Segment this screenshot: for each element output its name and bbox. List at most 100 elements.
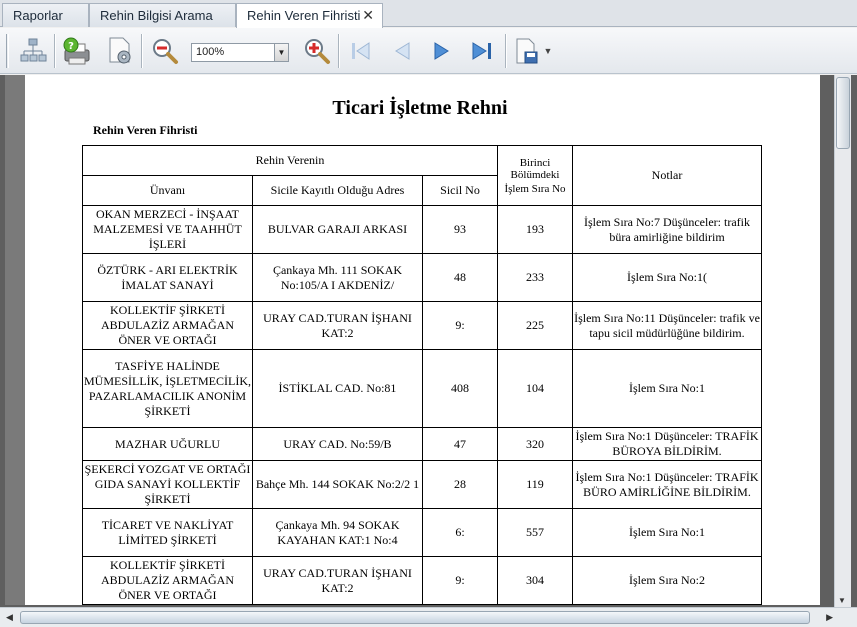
report-toolbar: ? 100% ▼ ▼ [0, 28, 857, 74]
cell-unvan: TASFİYE HALİNDE MÜMESİLLİK, İŞLETMECİLİK… [82, 349, 253, 428]
previous-page-icon [395, 42, 410, 60]
table-row: MAZHAR UĞURLU URAY CAD. No:59/B 47 320 İşlem… [82, 427, 762, 461]
first-page-icon [352, 42, 370, 60]
table-row: TASFİYE HALİNDE MÜMESİLLİK, İŞLETMECİLİK… [82, 349, 762, 428]
cell-adres: URAY CAD.TURAN İŞHANI KAT:2 [252, 556, 423, 605]
header-notlar: Notlar [572, 145, 762, 206]
print-button[interactable]: ? [60, 35, 92, 67]
cell-unvan: TİCARET VE NAKLİYAT LİMİTED ŞİRKETİ [82, 508, 253, 557]
cell-sicil-no: 9: [422, 556, 498, 605]
table-row: OKAN MERZECİ - İNŞAAT MALZEMESİ VE TAAHH… [82, 205, 762, 254]
cell-sicil-no: 408 [422, 349, 498, 428]
cell-notlar: İşlem Sıra No:1 Düşünceler: TRAFİK BÜROY… [572, 427, 762, 461]
zoom-value: 100% [196, 46, 225, 58]
toolbar-grip[interactable] [6, 34, 9, 68]
previous-page-button[interactable] [386, 35, 418, 67]
horizontal-scroll-thumb[interactable] [20, 611, 810, 624]
cell-adres: Bahçe Mh. 144 SOKAK No:2/2 1 [252, 460, 423, 509]
header-rehin-verenin: Rehin Verenin [82, 145, 498, 176]
svg-text:?: ? [68, 41, 74, 52]
zoom-out-icon [153, 39, 178, 64]
close-tab-icon[interactable]: ✕ [362, 7, 374, 24]
zoom-in-icon [305, 39, 330, 64]
toolbar-separator [338, 34, 340, 68]
zoom-out-button[interactable] [149, 35, 181, 67]
cell-adres: BULVAR GARAJI ARKASI [252, 205, 423, 254]
cell-islem-sira-no: 304 [497, 556, 573, 605]
cell-unvan: KOLLEKTİF ŞİRKETİ ABDULAZİZ ARMAĞAN ÖNER… [82, 301, 253, 350]
scroll-right-icon[interactable]: ▶ [826, 612, 833, 623]
tab-label: Raporlar [13, 8, 63, 23]
next-page-button[interactable] [426, 35, 458, 67]
cell-notlar: İşlem Sıra No:1 Düşünceler: TRAFİK BÜRO … [572, 460, 762, 509]
header-birinci-bolum: Birinci Bölümdeki İşlem Sıra No [497, 145, 573, 206]
cell-notlar: İşlem Sıra No:1 [572, 508, 762, 557]
cell-islem-sira-no: 104 [497, 349, 573, 428]
header-islem-sira-no: İşlem Sıra No [504, 182, 566, 195]
tab-rehin-veren-fihristi[interactable]: Rehin Veren Fihristi ✕ [236, 3, 383, 28]
header-sicil-no: Sicil No [422, 175, 498, 206]
header-birinci-bolumdeki: Birinci Bölümdeki [510, 156, 560, 181]
toolbar-separator [54, 34, 56, 68]
cell-adres: Çankaya Mh. 94 SOKAK KAYAHAN KAT:1 No:4 [252, 508, 423, 557]
horizontal-scrollbar[interactable]: ◀ ▶ [0, 607, 857, 627]
scroll-down-icon[interactable]: ▼ [838, 596, 846, 605]
cell-sicil-no: 47 [422, 427, 498, 461]
header-adres: Sicile Kayıtlı Olduğu Adres [252, 175, 423, 206]
last-page-icon [472, 42, 491, 60]
zoom-in-button[interactable] [301, 35, 333, 67]
cell-notlar: İşlem Sıra No:2 [572, 556, 762, 605]
viewer-margin [5, 75, 25, 605]
report-page: Ticari İşletme Rehni Rehin Veren Fihrist… [25, 75, 820, 605]
report-subtitle: Rehin Veren Fihristi [93, 123, 198, 137]
cell-adres: URAY CAD. No:59/B [252, 427, 423, 461]
page-setup-button[interactable] [104, 35, 136, 67]
cell-islem-sira-no: 557 [497, 508, 573, 557]
cell-sicil-no: 6: [422, 508, 498, 557]
group-tree-icon [20, 38, 47, 62]
cell-sicil-no: 48 [422, 253, 498, 302]
tab-label: Rehin Bilgisi Arama [100, 8, 213, 23]
cell-unvan: OKAN MERZECİ - İNŞAAT MALZEMESİ VE TAAHH… [82, 205, 253, 254]
next-page-icon [434, 42, 449, 60]
vertical-scrollbar[interactable]: ▼ [834, 75, 851, 607]
cell-islem-sira-no: 193 [497, 205, 573, 254]
vertical-scroll-thumb[interactable] [836, 77, 850, 149]
group-tree-button[interactable] [17, 35, 49, 67]
cell-sicil-no: 93 [422, 205, 498, 254]
cell-notlar: İşlem Sıra No:11 Düşünceler: trafik ve t… [572, 301, 762, 350]
cell-notlar: İşlem Sıra No:1( [572, 253, 762, 302]
zoom-select[interactable]: 100% ▼ [191, 43, 289, 62]
chevron-down-icon[interactable]: ▼ [274, 44, 288, 61]
table-row: KOLLEKTİF ŞİRKETİ ABDULAZİZ ARMAĞAN ÖNER… [82, 301, 762, 350]
last-page-button[interactable] [466, 35, 498, 67]
cell-adres: Çankaya Mh. 111 SOKAK No:105/A I AKDENİZ… [252, 253, 423, 302]
report-viewer: Ticari İşletme Rehni Rehin Veren Fihrist… [0, 75, 857, 627]
export-save-icon [516, 38, 538, 64]
tab-rehin-bilgisi-arama[interactable]: Rehin Bilgisi Arama [89, 3, 236, 27]
table-row: ÖZTÜRK - ARI ELEKTRİK İMALAT SANAYİ Çanka… [82, 253, 762, 302]
cell-unvan: KOLLEKTİF ŞİRKETİ ABDULAZİZ ARMAĞAN ÖNER… [82, 556, 253, 605]
cell-sicil-no: 28 [422, 460, 498, 509]
cell-unvan: ŞEKERCİ YOZGAT VE ORTAĞI GIDA SANAYİ KOL… [82, 460, 253, 509]
export-dropdown-icon[interactable]: ▼ [539, 35, 557, 67]
cell-adres: İSTİKLAL CAD. No:81 [252, 349, 423, 428]
first-page-button[interactable] [345, 35, 377, 67]
table-row: TİCARET VE NAKLİYAT LİMİTED ŞİRKETİ Çanka… [82, 508, 762, 557]
tab-raporlar[interactable]: Raporlar [2, 3, 89, 27]
tab-bar: Raporlar Rehin Bilgisi Arama Rehin Veren… [0, 0, 857, 28]
cell-unvan: ÖZTÜRK - ARI ELEKTRİK İMALAT SANAYİ [82, 253, 253, 302]
cell-notlar: İşlem Sıra No:1 [572, 349, 762, 428]
table-row: KOLLEKTİF ŞİRKETİ ABDULAZİZ ARMAĞAN ÖNER… [82, 556, 762, 605]
report-title: Ticari İşletme Rehni [332, 97, 508, 119]
cell-islem-sira-no: 233 [497, 253, 573, 302]
toolbar-separator [141, 34, 143, 68]
toolbar-separator [505, 34, 507, 68]
tab-label: Rehin Veren Fihristi [247, 8, 361, 23]
table-row: ŞEKERCİ YOZGAT VE ORTAĞI GIDA SANAYİ KOL… [82, 460, 762, 509]
cell-islem-sira-no: 119 [497, 460, 573, 509]
cell-adres: URAY CAD.TURAN İŞHANI KAT:2 [252, 301, 423, 350]
cell-islem-sira-no: 225 [497, 301, 573, 350]
scroll-left-icon[interactable]: ◀ [6, 612, 13, 623]
cell-notlar: İşlem Sıra No:7 Düşünceler: trafik büra … [572, 205, 762, 254]
